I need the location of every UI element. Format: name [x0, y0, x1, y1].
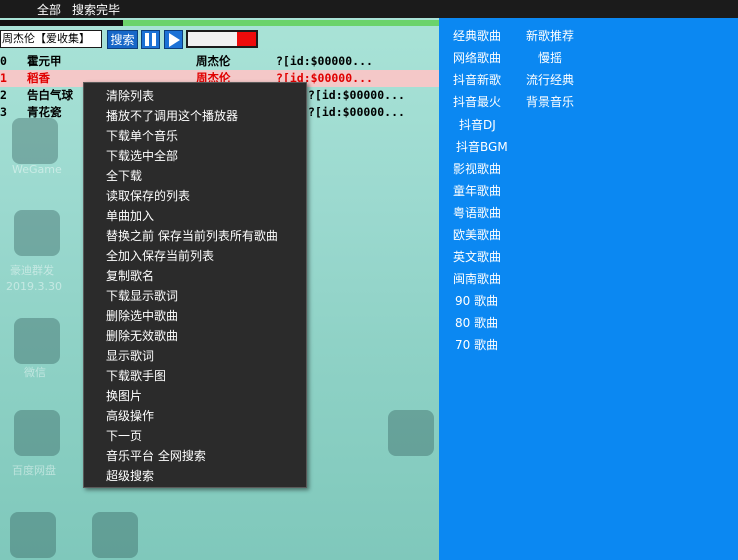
- category-item[interactable]: 网络歌曲: [453, 49, 501, 66]
- top-menu-bar: 全部 搜索完毕: [0, 0, 738, 18]
- song-id: ?[id:$00000...: [276, 54, 373, 68]
- category-item[interactable]: 经典歌曲: [453, 27, 501, 44]
- song-row[interactable]: 0 霍元甲 周杰伦 ?[id:$00000...: [0, 53, 440, 70]
- context-menu-item[interactable]: 单曲加入: [106, 207, 154, 224]
- context-menu-item[interactable]: 下载选中全部: [106, 147, 178, 164]
- category-item[interactable]: 童年歌曲: [453, 182, 501, 199]
- category-item[interactable]: 抖音新歌: [453, 71, 501, 88]
- wechat-desktop-icon: [14, 318, 60, 364]
- context-menu-item[interactable]: 删除无效歌曲: [106, 327, 178, 344]
- context-menu-item[interactable]: 音乐平台 全网搜索: [106, 447, 206, 464]
- song-title: 稻香: [27, 71, 50, 85]
- pause-button[interactable]: [141, 30, 160, 49]
- playback-progress-bar[interactable]: [0, 20, 440, 26]
- song-artist: 周杰伦: [196, 54, 231, 68]
- song-title: 霍元甲: [27, 54, 62, 68]
- song-id: ?[id:$00000...: [308, 88, 405, 102]
- volume-fill: [236, 32, 256, 46]
- category-item[interactable]: 闽南歌曲: [453, 270, 501, 287]
- category-item[interactable]: 抖音BGM: [456, 138, 508, 155]
- status-text: 搜索完毕: [72, 3, 121, 17]
- context-menu-item[interactable]: 播放不了调用这个播放器: [106, 107, 238, 124]
- context-menu-item[interactable]: 下一页: [106, 427, 142, 444]
- desktop-label: 豪迪群发: [10, 264, 54, 277]
- context-menu-item[interactable]: 读取保存的列表: [106, 187, 190, 204]
- category-item[interactable]: 影视歌曲: [453, 160, 501, 177]
- category-item[interactable]: 背景音乐: [526, 93, 574, 110]
- category-item[interactable]: 粤语歌曲: [453, 204, 501, 221]
- song-index: 2: [0, 88, 7, 102]
- category-item[interactable]: 慢摇: [538, 49, 562, 66]
- context-menu-item[interactable]: 下载显示歌词: [106, 287, 178, 304]
- song-index: 1: [0, 71, 7, 85]
- context-menu-item[interactable]: 下载歌手图: [106, 367, 166, 384]
- photoshop-desktop-icon: [92, 512, 138, 558]
- search-button[interactable]: 搜索: [107, 30, 138, 49]
- category-item[interactable]: 抖音最火: [453, 93, 501, 110]
- desktop-label: WeGame: [12, 163, 62, 176]
- desktop-label: 2019.3.30: [6, 280, 62, 293]
- play-button[interactable]: [164, 30, 183, 49]
- song-title: 告白气球: [27, 88, 73, 102]
- wegame-desktop-icon: [12, 118, 58, 164]
- folder-desktop-icon: [388, 410, 434, 456]
- category-item[interactable]: 英文歌曲: [453, 248, 501, 265]
- all-menu[interactable]: 全部: [37, 1, 61, 18]
- context-menu-item[interactable]: 全下载: [106, 167, 142, 184]
- context-menu-item[interactable]: 超级搜索: [106, 467, 154, 484]
- category-item[interactable]: 抖音DJ: [459, 116, 496, 133]
- context-menu-item[interactable]: 清除列表: [106, 87, 154, 104]
- pause-icon: [152, 33, 156, 46]
- desktop-label: 微信: [24, 366, 46, 379]
- haodi-desktop-icon: [14, 210, 60, 256]
- pause-icon: [145, 33, 149, 46]
- search-input[interactable]: 周杰伦【爱收集】: [0, 30, 102, 48]
- context-menu-item[interactable]: 高级操作: [106, 407, 154, 424]
- volume-slider[interactable]: [186, 30, 258, 48]
- context-menu-item[interactable]: 复制歌名: [106, 267, 154, 284]
- song-title: 青花瓷: [27, 105, 62, 119]
- desktop-label: 百度网盘: [12, 464, 56, 477]
- song-index: 0: [0, 54, 7, 68]
- category-item[interactable]: 欧美歌曲: [453, 226, 501, 243]
- category-item[interactable]: 流行经典: [526, 71, 574, 88]
- context-menu: 清除列表播放不了调用这个播放器 下载单个音乐 下载选中全部 全下载读取保存的列表 单曲加…: [83, 82, 307, 488]
- song-id: ?[id:$00000...: [308, 105, 405, 119]
- play-icon: [169, 33, 180, 47]
- context-menu-item[interactable]: 替换之前 保存当前列表所有歌曲: [106, 227, 278, 244]
- context-menu-item[interactable]: 换图片: [106, 387, 142, 404]
- context-menu-item[interactable]: 删除选中歌曲: [106, 307, 178, 324]
- category-item[interactable]: 80 歌曲: [455, 314, 498, 331]
- category-item[interactable]: 新歌推荐: [526, 27, 574, 44]
- category-item[interactable]: 70 歌曲: [455, 336, 498, 353]
- baidu-netdisk-desktop-icon: [14, 410, 60, 456]
- category-item[interactable]: 90 歌曲: [455, 292, 498, 309]
- song-index: 3: [0, 105, 7, 119]
- context-menu-item[interactable]: 下载单个音乐: [106, 127, 178, 144]
- nvidia-desktop-icon: [10, 512, 56, 558]
- context-menu-item[interactable]: 全加入保存当前列表: [106, 247, 214, 264]
- context-menu-item[interactable]: 显示歌词: [106, 347, 154, 364]
